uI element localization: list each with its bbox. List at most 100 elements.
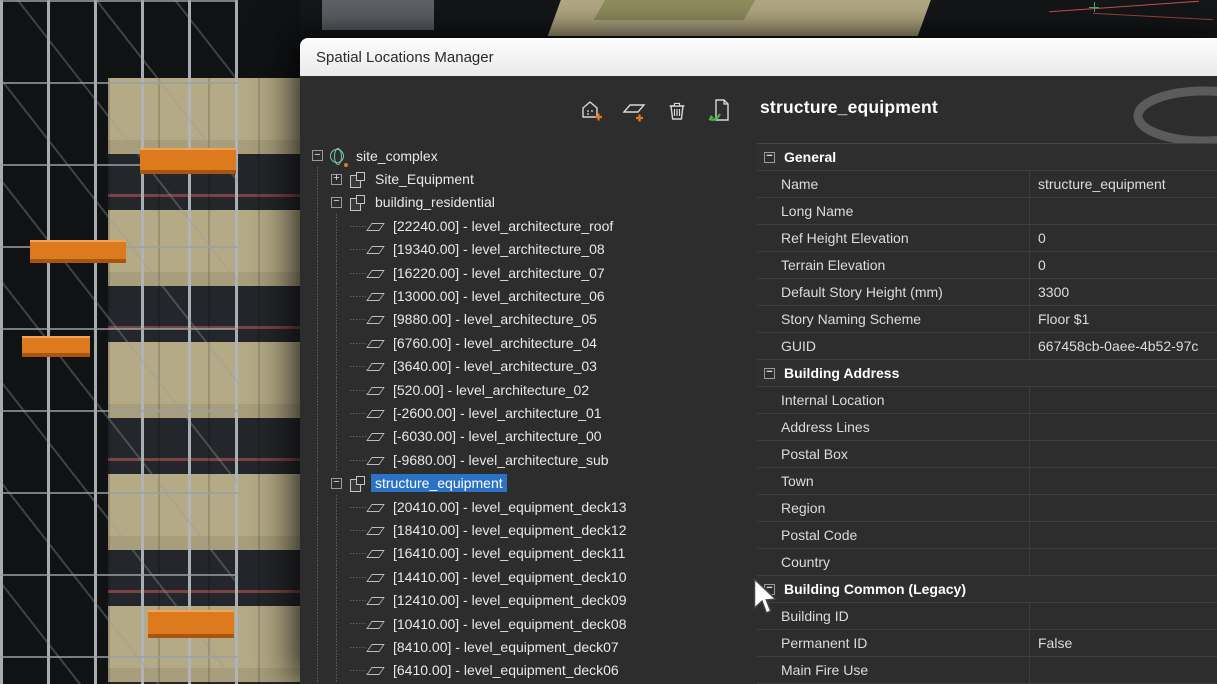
tree-item-building[interactable]: building_residential bbox=[312, 191, 750, 214]
tree-item-level[interactable]: [10410.00] - level_equipment_deck08 bbox=[312, 612, 750, 635]
scaffold-platform bbox=[30, 240, 126, 263]
property-value[interactable] bbox=[1030, 198, 1217, 224]
tree-item-level[interactable]: [6760.00] - level_architecture_04 bbox=[312, 331, 750, 354]
tree-guide bbox=[312, 238, 331, 261]
property-row: Address Lines bbox=[757, 414, 1217, 441]
level-icon bbox=[366, 241, 384, 257]
tree-item-label: building_residential bbox=[371, 193, 499, 211]
tree-item-level[interactable]: [20410.00] - level_equipment_deck13 bbox=[312, 495, 750, 518]
tree-guide bbox=[331, 355, 350, 378]
section-header-building-common[interactable]: Building Common (Legacy) bbox=[757, 576, 1217, 603]
property-value[interactable] bbox=[1030, 387, 1217, 413]
tree-item-level[interactable]: [-9680.00] - level_architecture_sub bbox=[312, 448, 750, 471]
scene-block bbox=[322, 0, 434, 30]
tree-item-label: [520.00] - level_architecture_02 bbox=[389, 381, 593, 399]
property-value[interactable]: structure_equipment bbox=[1030, 171, 1217, 197]
property-value[interactable] bbox=[1030, 522, 1217, 548]
tree-item-level[interactable]: [9880.00] - level_architecture_05 bbox=[312, 308, 750, 331]
section-title: General bbox=[784, 149, 836, 165]
property-value[interactable]: Floor $1 bbox=[1030, 306, 1217, 332]
property-label: Address Lines bbox=[757, 414, 1030, 440]
dialog-titlebar[interactable]: Spatial Locations Manager bbox=[300, 38, 1217, 76]
tree-item-label: Site_Equipment bbox=[371, 170, 478, 188]
collapse-icon[interactable] bbox=[331, 478, 342, 489]
tree-guide bbox=[331, 401, 350, 424]
property-label: Region bbox=[757, 495, 1030, 521]
tree-item-label: [12410.00] - level_equipment_deck09 bbox=[389, 591, 631, 609]
property-value[interactable] bbox=[1030, 657, 1217, 683]
property-label: GUID bbox=[757, 333, 1030, 359]
tree-item-level[interactable]: [18410.00] - level_equipment_deck12 bbox=[312, 518, 750, 541]
tree-guide bbox=[312, 167, 331, 190]
property-value[interactable] bbox=[1030, 603, 1217, 629]
section-header-building-address[interactable]: Building Address bbox=[757, 360, 1217, 387]
property-label: Permanent ID bbox=[757, 630, 1030, 656]
section-header-general[interactable]: General bbox=[757, 144, 1217, 171]
add-story-button[interactable] bbox=[620, 96, 648, 124]
tree-item-level[interactable]: [-6030.00] - level_architecture_00 bbox=[312, 425, 750, 448]
property-value[interactable] bbox=[1030, 441, 1217, 467]
tree-item-level[interactable]: [14410.00] - level_equipment_deck10 bbox=[312, 565, 750, 588]
tree-item-site[interactable]: site_complex bbox=[312, 144, 750, 167]
tree-connector bbox=[350, 284, 366, 307]
collapse-icon[interactable] bbox=[764, 584, 775, 595]
tree-guide bbox=[312, 518, 331, 541]
export-button[interactable] bbox=[706, 96, 734, 124]
property-value[interactable] bbox=[1030, 549, 1217, 575]
property-value[interactable]: 0 bbox=[1030, 252, 1217, 278]
tree-connector bbox=[350, 542, 366, 565]
tree-item-level[interactable]: [-2600.00] - level_architecture_01 bbox=[312, 401, 750, 424]
tree-guide bbox=[331, 331, 350, 354]
tree-item-level[interactable]: [520.00] - level_architecture_02 bbox=[312, 378, 750, 401]
property-row: Ref Height Elevation 0 bbox=[757, 225, 1217, 252]
add-building-button[interactable] bbox=[577, 96, 605, 124]
tree-guide bbox=[312, 542, 331, 565]
building-icon bbox=[348, 194, 366, 210]
tree-connector bbox=[350, 238, 366, 261]
tree-connector bbox=[350, 659, 366, 682]
expand-icon[interactable] bbox=[331, 174, 342, 185]
property-value[interactable]: False bbox=[1030, 630, 1217, 656]
property-value[interactable] bbox=[1030, 468, 1217, 494]
property-row: Default Story Height (mm) 3300 bbox=[757, 279, 1217, 306]
tree-item-building-selected[interactable]: structure_equipment bbox=[312, 471, 750, 494]
collapse-icon[interactable] bbox=[312, 150, 323, 161]
tree-item-level[interactable]: [8410.00] - level_equipment_deck07 bbox=[312, 635, 750, 658]
property-value[interactable]: 667458cb-0aee-4b52-97c bbox=[1030, 333, 1217, 359]
tree-item-level[interactable]: [6410.00] - level_equipment_deck06 bbox=[312, 659, 750, 682]
tree-item-level[interactable]: [16410.00] - level_equipment_deck11 bbox=[312, 542, 750, 565]
tree-guide bbox=[312, 401, 331, 424]
tree-guide bbox=[312, 261, 331, 284]
property-value[interactable]: 3300 bbox=[1030, 279, 1217, 305]
tree-guide bbox=[312, 425, 331, 448]
delete-button[interactable] bbox=[663, 96, 691, 124]
application-window: Spatial Locations Manager bbox=[0, 0, 1217, 684]
tree-item-level[interactable]: [3640.00] - level_architecture_03 bbox=[312, 355, 750, 378]
property-value[interactable] bbox=[1030, 495, 1217, 521]
dialog-body: site_complex Site_Equipment building_res… bbox=[300, 76, 1217, 684]
tree-toolbar bbox=[300, 96, 748, 124]
collapse-icon[interactable] bbox=[764, 368, 775, 379]
tree-guide bbox=[312, 448, 331, 471]
collapse-icon[interactable] bbox=[331, 197, 342, 208]
tree-connector bbox=[350, 495, 366, 518]
tree-item-label: [16410.00] - level_equipment_deck11 bbox=[389, 544, 629, 562]
tree-item-building[interactable]: Site_Equipment bbox=[312, 167, 750, 190]
tree-item-level[interactable]: [16220.00] - level_architecture_07 bbox=[312, 261, 750, 284]
tree-item-level[interactable]: [12410.00] - level_equipment_deck09 bbox=[312, 588, 750, 611]
tree-item-level[interactable]: [22240.00] - level_architecture_roof bbox=[312, 214, 750, 237]
tree-guide bbox=[312, 635, 331, 658]
property-label: Ref Height Elevation bbox=[757, 225, 1030, 251]
tree-connector bbox=[350, 425, 366, 448]
collapse-icon[interactable] bbox=[764, 152, 775, 163]
tree-item-level[interactable]: [13000.00] - level_architecture_06 bbox=[312, 284, 750, 307]
level-icon bbox=[366, 616, 384, 632]
property-value[interactable]: 0 bbox=[1030, 225, 1217, 251]
tree-guide bbox=[312, 331, 331, 354]
property-value[interactable] bbox=[1030, 414, 1217, 440]
tree-connector bbox=[350, 588, 366, 611]
tree-item-level[interactable]: [19340.00] - level_architecture_08 bbox=[312, 238, 750, 261]
property-label: Internal Location bbox=[757, 387, 1030, 413]
tree-connector bbox=[350, 565, 366, 588]
tree-item-label: [6760.00] - level_architecture_04 bbox=[389, 334, 601, 352]
